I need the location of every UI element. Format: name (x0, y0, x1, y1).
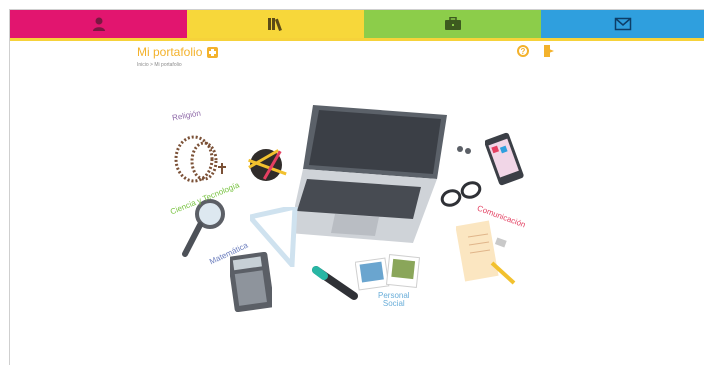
earphones-illustration[interactable] (455, 144, 473, 162)
subject-personal-social-label[interactable]: Personal Social (378, 292, 410, 308)
tab-messages[interactable] (541, 10, 704, 41)
portfolio-scene: Religión Ciencia y Tecnología Matemática… (150, 94, 540, 324)
logout-icon[interactable] (543, 44, 555, 58)
envelope-icon (614, 17, 632, 31)
tab-profile[interactable] (10, 10, 187, 41)
breadcrumb[interactable]: Inicio > Mi portafolio (137, 62, 182, 68)
notepad-illustration[interactable] (456, 217, 518, 287)
tab-library[interactable] (187, 10, 364, 41)
page-title: Mi portafolio (137, 45, 203, 59)
user-icon (92, 17, 105, 31)
books-icon (267, 18, 282, 31)
top-navigation (10, 10, 704, 41)
page-header: Mi portafolio Inicio > Mi portafolio ? (137, 45, 607, 75)
tab-portfolio[interactable] (364, 10, 541, 41)
page-title-row: Mi portafolio (137, 45, 219, 59)
add-icon[interactable] (207, 46, 219, 58)
help-icon[interactable]: ? (517, 45, 529, 57)
smartphone-illustration[interactable] (485, 132, 525, 187)
laptop-illustration[interactable] (295, 105, 455, 245)
highlighter-illustration[interactable] (310, 264, 360, 304)
calculator-illustration[interactable] (230, 252, 272, 312)
rosary-illustration[interactable] (166, 129, 232, 195)
briefcase-icon (444, 17, 461, 30)
subject-social-line: Social (382, 299, 405, 308)
subject-religion-label[interactable]: Religión (171, 109, 201, 123)
pencil-cup-illustration[interactable] (240, 139, 295, 189)
